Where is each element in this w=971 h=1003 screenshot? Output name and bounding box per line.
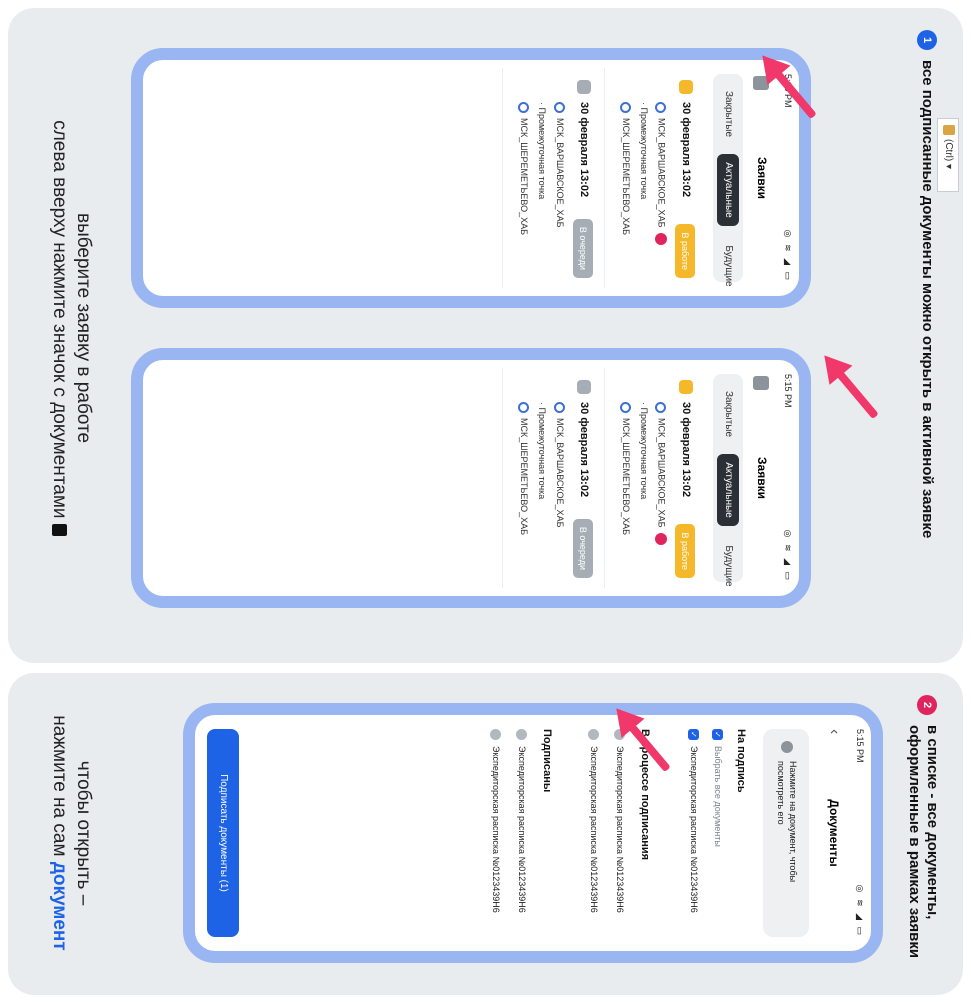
ctrl-paste-chip[interactable]: (Ctrl) ▾ [937, 118, 959, 192]
route-point-icon [619, 102, 631, 113]
route-stop: МСК_ШЕРЕМЕТЬЕВО_ХАБ [619, 102, 631, 235]
app-header: Заявки [747, 60, 775, 296]
signed-icon [515, 729, 527, 740]
alert-dot-icon [655, 233, 667, 246]
route-stop: · Промежуточная точка [537, 402, 547, 500]
pointer-arrow-icon [812, 345, 882, 423]
section-title: Подписаны [541, 729, 553, 793]
status-badge: В очереди [573, 218, 593, 278]
route-point-icon [553, 402, 565, 413]
route-point-icon [517, 102, 529, 113]
route-stop: МСК_ШЕРЕМЕТЬЕВО_ХАБ [619, 402, 631, 535]
step1-heading: все подписанные документы можно открыть … [919, 60, 936, 539]
status-icons: ◎ ≋ ◢ ▭ [783, 529, 793, 582]
step2-panel: 2 в списке - все документы, оформленные … [8, 673, 963, 995]
heading-line: в списке - все документы, [924, 725, 941, 920]
truck-icon [679, 80, 693, 94]
checkbox-icon[interactable]: ✓ [687, 729, 699, 740]
truck-icon [577, 380, 591, 394]
status-bar: 5:15 PM ◎ ≋ ◢ ▭ [849, 715, 865, 951]
route-stop: МСК_ВАРШАВСКОЕ_ХАБ [655, 402, 667, 546]
section-title: На подпись [735, 729, 747, 793]
step2-number: 2 [917, 695, 937, 715]
document-row[interactable]: Экспедиторская расписка №0123439Н6 [613, 729, 625, 937]
screen-title: Заявки [755, 457, 769, 499]
signed-icon [489, 729, 501, 740]
request-date: 30 февраля 13:02 [680, 102, 692, 198]
route-point-icon [655, 102, 667, 113]
caption-line: нажмите на сам документ [49, 715, 70, 951]
document-row[interactable]: ✓Экспедиторская расписка №0123439Н6 [687, 729, 699, 937]
document-row[interactable]: Экспедиторская расписка №0123439Н6 [489, 729, 501, 937]
tab-future[interactable]: Будущие [717, 230, 739, 302]
step1-panel: 1 все подписанные документы можно открыт… [8, 8, 963, 663]
request-date: 30 февраля 13:02 [578, 402, 590, 498]
caption-line: слева вверху нажмите значок с документам… [47, 108, 71, 548]
info-icon [781, 741, 793, 753]
request-card[interactable]: 30 февраля 13:02 В работе МСК_ВАРШАВСКОЕ… [604, 368, 705, 588]
status-bar: 5:15 PM ◎ ≋ ◢ ▭ [777, 360, 793, 596]
clipboard-icon [942, 125, 955, 135]
request-card[interactable]: 30 февраля 13:02 В очереди МСК_ВАРШАВСКО… [502, 368, 603, 588]
truck-icon [679, 380, 693, 394]
phone-screen-requests: 5:15 PM ◎ ≋ ◢ ▭ Заявки Закрытые Актуальн… [131, 48, 811, 308]
status-time: 5:15 PM [855, 729, 865, 763]
select-all-row[interactable]: ✓Выбрать все документы [711, 729, 723, 937]
documents-icon [51, 523, 67, 536]
status-time: 5:15 PM [783, 374, 793, 408]
route-stop: МСК_ШЕРЕМЕТЬЕВО_ХАБ [517, 102, 529, 235]
status-badge: В работе [675, 224, 695, 278]
route-point-icon [553, 102, 565, 113]
tab-closed[interactable]: Закрытые [717, 78, 739, 150]
request-card[interactable]: 30 февраля 13:02 В работе МСК_ВАРШАВСКОЕ… [604, 68, 705, 288]
heading-line: оформленные в рамках заявки [906, 725, 923, 959]
route-stop: МСК_ВАРШАВСКОЕ_ХАБ [655, 102, 667, 246]
route-stop: МСК_ВАРШАВСКОЕ_ХАБ [553, 402, 565, 527]
tab-current[interactable]: Актуальные [717, 454, 739, 526]
route-stop: МСК_ШЕРЕМЕТЬЕВО_ХАБ [517, 402, 529, 535]
step2-heading: в списке - все документы, оформленные в … [905, 725, 941, 985]
tab-future[interactable]: Будущие [717, 530, 739, 602]
route-point-icon [517, 402, 529, 413]
phone-screen-documents: 5:15 PM ◎ ≋ ◢ ▭ ‹ Документы Нажмите на д… [183, 703, 883, 963]
hint-text: Нажмите на документ, чтобы посмотреть ег… [776, 761, 798, 883]
status-icons: ◎ ≋ ◢ ▭ [783, 229, 793, 282]
app-header: Заявки [747, 360, 775, 596]
hint-box: Нажмите на документ, чтобы посмотреть ег… [763, 729, 809, 937]
status-badge: В работе [675, 524, 695, 578]
request-date: 30 февраля 13:02 [578, 102, 590, 198]
route-point-icon [655, 402, 667, 413]
app-header: ‹ Документы [819, 715, 847, 951]
status-badge: В очереди [573, 518, 593, 578]
tab-current[interactable]: Актуальные [717, 154, 739, 226]
document-row[interactable]: Экспедиторская расписка №0123439Н6 [515, 729, 527, 937]
document-link[interactable]: документ [49, 862, 70, 951]
alert-dot-icon [655, 533, 667, 546]
screen-title: Документы [827, 799, 841, 867]
route-stop: · Промежуточная точка [639, 402, 649, 500]
tabs: Закрытые Актуальные Будущие [713, 374, 743, 587]
step1-number: 1 [917, 30, 937, 50]
tabs: Закрытые Актуальные Будущие [713, 74, 743, 287]
caption-line: выберите заявку в работе [73, 212, 94, 444]
route-stop: МСК_ВАРШАВСКОЕ_ХАБ [553, 102, 565, 227]
status-icons: ◎ ≋ ◢ ▭ [855, 884, 865, 937]
route-point-icon [619, 402, 631, 413]
pending-icon [587, 729, 599, 740]
phone-screen-requests: 5:15 PM ◎ ≋ ◢ ▭ Заявки Закрытые Актуальн… [131, 348, 811, 608]
truck-icon [577, 80, 591, 94]
ctrl-label: (Ctrl) [943, 139, 954, 162]
sign-documents-button[interactable]: Подписать документы (1) [207, 729, 239, 937]
caption-line: чтобы открыть – [73, 760, 94, 906]
route-stop: · Промежуточная точка [639, 102, 649, 200]
screen-title: Заявки [755, 157, 769, 199]
route-stop: · Промежуточная точка [537, 102, 547, 200]
request-card[interactable]: 30 февраля 13:02 В очереди МСК_ВАРШАВСКО… [502, 68, 603, 288]
tab-closed[interactable]: Закрытые [717, 378, 739, 450]
checkbox-icon[interactable]: ✓ [711, 729, 723, 740]
document-row[interactable]: Экспедиторская расписка №0123439Н6 [587, 729, 599, 937]
step2-caption: чтобы открыть – нажмите на сам документ [47, 693, 95, 973]
step1-caption: выберите заявку в работе слева вверху на… [47, 108, 95, 548]
request-date: 30 февраля 13:02 [680, 402, 692, 498]
